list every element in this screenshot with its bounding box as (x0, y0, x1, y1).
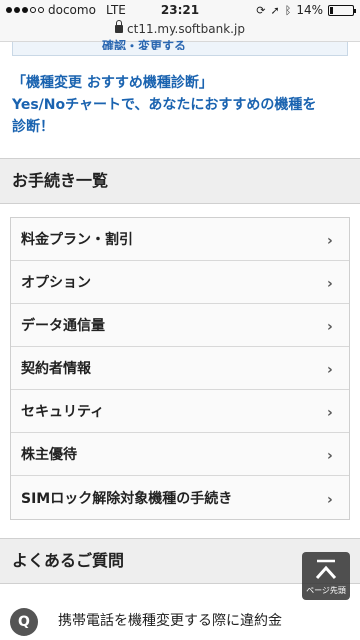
question-icon: Q (10, 608, 38, 636)
promo-line-2: Yes/Noチャートで、あなたにおすすめの機種を (12, 97, 317, 113)
faq-question-text: 携帯電話を機種変更する際に違約金 (58, 613, 282, 629)
procedures-menu: 料金プラン・割引 › オプション › データ通信量 › 契約者情報 › セキュリ… (10, 217, 350, 520)
chevron-right-icon: › (327, 276, 333, 292)
chevron-right-icon: › (327, 405, 333, 421)
menu-item-label: 株主優待 (21, 447, 77, 463)
page-top-label: ページ先頭 (306, 586, 346, 595)
lock-icon (115, 20, 124, 33)
menu-item-contractor-info[interactable]: 契約者情報 › (11, 347, 349, 390)
status-bar: docomo LTE 23:21 ⟳ ➚ ᛒ 14% (0, 0, 360, 20)
menu-item-security[interactable]: セキュリティ › (11, 390, 349, 433)
chevron-right-icon: › (327, 233, 333, 249)
menu-item-shareholder-benefits[interactable]: 株主優待 › (11, 433, 349, 476)
procedures-header: お手続き一覧 (0, 158, 360, 204)
location-icon: ➚ (270, 3, 280, 17)
menu-item-label: 契約者情報 (21, 361, 91, 377)
bluetooth-icon: ᛒ (284, 3, 292, 17)
battery-icon (328, 4, 356, 16)
chevron-right-icon: › (327, 491, 333, 508)
menu-item-label: データ通信量 (21, 318, 105, 334)
menu-item-label: オプション (21, 275, 91, 291)
faq-item[interactable]: Q 携帯電話を機種変更する際に違約金 (10, 600, 350, 640)
menu-item-label: SIMロック解除対象機種の手続き (21, 490, 233, 507)
menu-item-options[interactable]: オプション › (11, 261, 349, 304)
menu-item-sim-unlock[interactable]: SIMロック解除対象機種の手続き › (11, 476, 349, 519)
promo-line-1: 「機種変更 おすすめ機種診断」 (12, 75, 213, 91)
top-link-box[interactable]: 確認・変更する (0, 39, 360, 56)
menu-item-label: セキュリティ (21, 404, 105, 420)
menu-item-data-usage[interactable]: データ通信量 › (11, 304, 349, 347)
menu-item-plan-discount[interactable]: 料金プラン・割引 › (11, 218, 349, 261)
battery-percent: 14% (296, 3, 323, 17)
chevron-right-icon: › (327, 362, 333, 378)
menu-item-label: 料金プラン・割引 (21, 232, 133, 248)
rotation-lock-icon: ⟳ (256, 3, 266, 17)
chevron-right-icon: › (327, 319, 333, 335)
chevron-right-icon: › (327, 448, 333, 464)
status-icons: ⟳ ➚ ᛒ 14% (256, 3, 356, 17)
promo-link[interactable]: 「機種変更 おすすめ機種診断」 Yes/Noチャートで、あなたにおすすめの機種を… (12, 72, 348, 138)
top-link-text[interactable]: 確認・変更する (102, 36, 186, 50)
page-top-button[interactable]: ページ先頭 (302, 552, 350, 600)
arrow-up-icon (315, 559, 337, 580)
promo-line-3: 診断！ (12, 119, 54, 135)
url-text: ct11.my.softbank.jp (127, 22, 245, 36)
